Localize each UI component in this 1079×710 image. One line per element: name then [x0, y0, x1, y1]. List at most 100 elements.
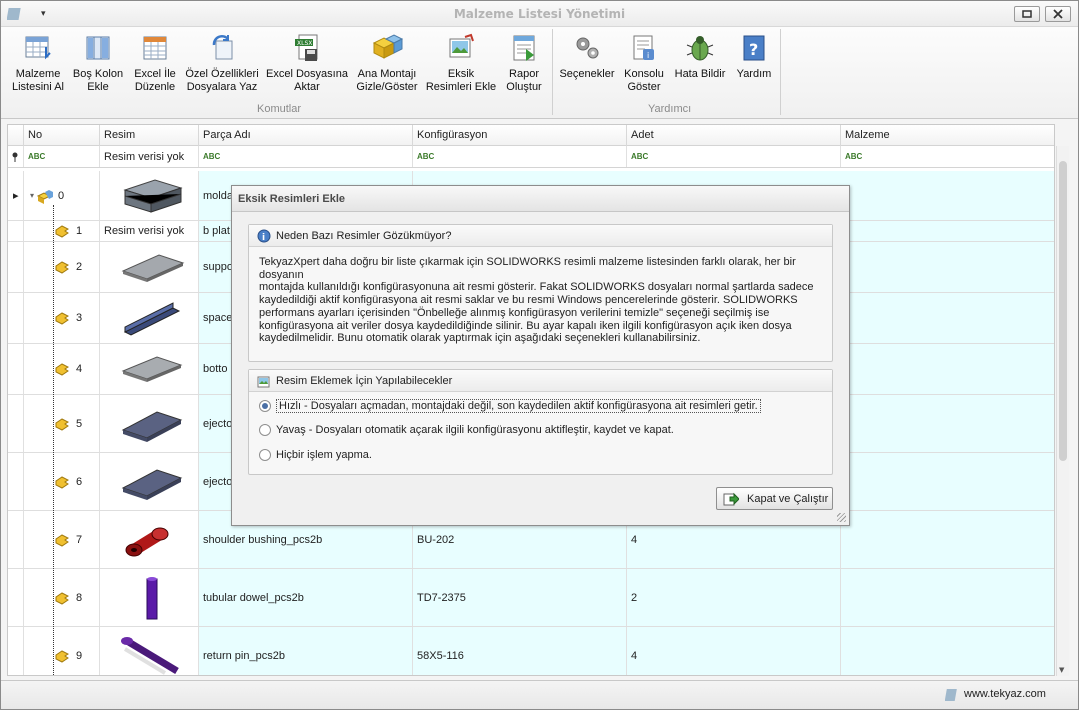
row-no: 5	[76, 417, 83, 430]
svg-text:i: i	[647, 51, 649, 60]
resize-grip-icon[interactable]	[837, 513, 846, 522]
row-no-cell: ▾ 0	[24, 171, 100, 220]
table-row[interactable]: 9 return pin_pcs2b 58X5-116 4	[8, 627, 1054, 675]
option-slow[interactable]: Yavaş - Dosyaları otomatik açarak ilgili…	[259, 424, 674, 436]
option-slow-label: Yavaş - Dosyaları otomatik açarak ilgili…	[276, 424, 674, 436]
option-fast[interactable]: Hızlı - Dosyaları açmadan, montajdaki de…	[259, 399, 761, 413]
header-image[interactable]: Resim	[100, 125, 199, 146]
row-no-cell: 6	[24, 453, 100, 510]
export-excel-button[interactable]: XLSX Excel Dosyasına Aktar	[263, 29, 351, 101]
gears-icon	[576, 37, 599, 59]
restore-button[interactable]	[1014, 6, 1040, 22]
help-button[interactable]: ? Yardım	[733, 29, 775, 101]
header-indicator	[8, 125, 24, 146]
filter-configuration[interactable]: ABC	[413, 146, 627, 167]
options-panel-header: Resim Eklemek İçin Yapılabilecekler	[249, 370, 832, 392]
row-indicator	[8, 395, 24, 452]
info-panel-title: Neden Bazı Resimler Gözükmüyor?	[276, 229, 452, 242]
close-button[interactable]	[1045, 6, 1071, 22]
part-node-icon	[55, 533, 69, 547]
header-material[interactable]: Malzeme	[841, 125, 1054, 146]
table-row[interactable]: 8 tubular dowel_pcs2b TD7-2375 2	[8, 569, 1054, 627]
tree-line	[53, 205, 54, 675]
row-part-name: tubular dowel_pcs2b	[199, 569, 413, 626]
edit-with-excel-button[interactable]: Excel İle Düzenle	[127, 29, 183, 101]
create-report-button[interactable]: Rapor Oluştur	[501, 29, 547, 101]
scrollbar-thumb[interactable]	[1059, 161, 1067, 461]
header-no[interactable]: No	[24, 125, 100, 146]
filter-image[interactable]: Resim verisi yok	[100, 146, 199, 167]
row-quantity: 4	[627, 627, 841, 675]
edit-excel-label: Excel İle	[134, 68, 176, 80]
part-node-icon	[55, 225, 69, 238]
info-line: konfigürasyona ait veriler dosya kaydedi…	[259, 319, 792, 332]
scroll-down-arrow-icon[interactable]: ▼	[1059, 666, 1064, 674]
get-bom-button[interactable]: Malzeme Listesini Al	[7, 29, 69, 101]
header-quantity[interactable]: Adet	[627, 125, 841, 146]
filter-part-name[interactable]: ABC	[199, 146, 413, 167]
row-no-cell: 2	[24, 242, 100, 292]
ribbon-separator-2	[780, 29, 781, 115]
group-helper-label: Yardımcı	[648, 103, 692, 115]
show-console-button[interactable]: i Konsolu Göster	[621, 29, 667, 101]
help-label: Yardım	[736, 68, 772, 80]
row-configuration: TD7-2375	[413, 569, 627, 626]
vertical-scrollbar[interactable]: ▼	[1056, 146, 1069, 676]
row-no-cell: 7	[24, 511, 100, 568]
filter-no[interactable]: ABC	[24, 146, 100, 167]
row-indicator	[8, 453, 24, 510]
radio-unselected[interactable]	[259, 424, 271, 436]
filter-material[interactable]: ABC	[841, 146, 1054, 167]
write-custom-props-button[interactable]: Özel Özellikleri Dosyalara Yaz	[185, 29, 259, 101]
console-label: Konsolu	[624, 68, 664, 80]
row-part-name: return pin_pcs2b	[199, 627, 413, 675]
excel-edit-icon	[143, 36, 167, 60]
toggle-main-assembly-button[interactable]: Ana Montajı Gizle/Göster	[355, 29, 419, 101]
abc-filter-icon: ABC	[845, 152, 863, 161]
restore-icon	[1022, 10, 1032, 18]
add-images-label: Eksik	[447, 68, 475, 80]
row-image	[100, 395, 199, 452]
ribbon-separator	[552, 29, 553, 115]
row-no-cell: 3	[24, 293, 100, 343]
close-icon	[1053, 9, 1063, 19]
row-no-cell: 9	[24, 627, 100, 675]
title-bar: ▾ Malzeme Listesi Yönetimi	[1, 1, 1078, 27]
add-empty-column-button[interactable]: Boş Kolon Ekle	[71, 29, 125, 101]
filter-pin-icon[interactable]	[8, 146, 24, 167]
options-panel-title: Resim Eklemek İçin Yapılabilecekler	[276, 374, 453, 387]
report-bug-button[interactable]: Hata Bildir	[671, 29, 729, 101]
radio-unselected[interactable]	[259, 449, 271, 461]
shoulder-bushing-thumbnail	[125, 527, 169, 556]
row-image	[100, 293, 199, 343]
options-button[interactable]: Seçenekler	[557, 29, 617, 101]
part-node-icon	[55, 312, 69, 325]
help-icon: ?	[743, 35, 765, 61]
header-configuration[interactable]: Konfigürasyon	[413, 125, 627, 146]
close-and-run-button[interactable]: Kapat ve Çalıştır	[716, 487, 833, 510]
filter-quantity[interactable]: ABC	[627, 146, 841, 167]
assembly-icon	[372, 34, 404, 59]
row-indicator	[8, 569, 24, 626]
edit-excel-label-2: Düzenle	[134, 81, 176, 93]
info-text: TekyazXpert daha doğru bir liste çıkarma…	[249, 247, 832, 354]
row-image	[100, 171, 199, 220]
row-expand-arrow[interactable]: ▸	[8, 171, 24, 220]
filter-row: ABC Resim verisi yok ABC ABC ABC ABC	[8, 146, 1054, 168]
info-icon: i	[257, 229, 271, 243]
radio-selected[interactable]	[259, 400, 271, 412]
status-bar: www.tekyaz.com	[1, 680, 1078, 709]
part-node-icon	[55, 475, 69, 489]
option-none[interactable]: Hiçbir işlem yapma.	[259, 449, 372, 461]
header-part-name[interactable]: Parça Adı	[199, 125, 413, 146]
info-panel-header: i Neden Bazı Resimler Gözükmüyor?	[249, 225, 832, 247]
add-missing-images-button[interactable]: Eksik Resimleri Ekle	[425, 29, 497, 101]
assembly-node-icon	[36, 189, 54, 204]
options-label: Seçenekler	[559, 68, 615, 80]
info-line: TekyazXpert daha doğru bir liste çıkarma…	[259, 256, 796, 281]
write-props-label: Özel Özellikleri	[185, 68, 259, 80]
svg-text:?: ?	[749, 40, 758, 59]
row-no: 1	[76, 225, 83, 237]
website-link[interactable]: www.tekyaz.com	[964, 688, 1046, 700]
report-label-2: Oluştur	[506, 81, 542, 93]
